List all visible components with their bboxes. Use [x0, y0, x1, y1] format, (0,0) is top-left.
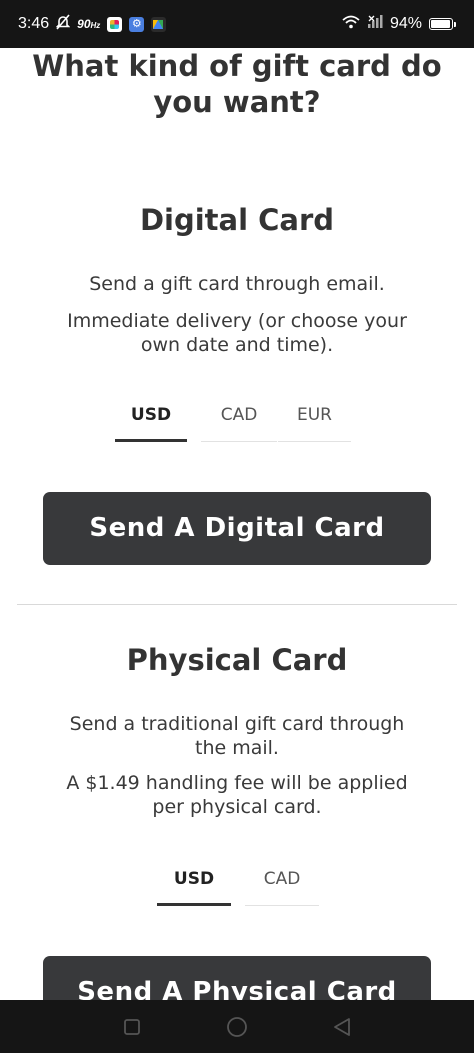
status-time: 3:46: [18, 15, 50, 32]
home-icon: [227, 1016, 247, 1037]
page-title: What kind of gift card do you want?: [0, 48, 474, 120]
recents-icon: [124, 1018, 141, 1035]
digital-tab-eur[interactable]: EUR: [278, 394, 351, 442]
physical-tab-usd[interactable]: USD: [157, 858, 231, 906]
send-digital-card-button[interactable]: Send A Digital Card: [43, 492, 431, 565]
gear-icon: ⚙: [129, 16, 145, 32]
mute-icon: [55, 13, 71, 35]
system-nav-bar: [0, 1000, 474, 1053]
battery-icon: [429, 18, 456, 30]
wifi-icon: [342, 15, 360, 34]
status-bar: 3:46 90Hz ⚙ 94%: [0, 0, 474, 48]
gift-card-page[interactable]: What kind of gift card do you want? Digi…: [0, 48, 474, 1000]
physical-card-title: Physical Card: [126, 643, 348, 677]
digital-tab-usd[interactable]: USD: [115, 394, 187, 442]
physical-card-description: Send a traditional gift card through the…: [69, 713, 405, 759]
send-physical-card-button[interactable]: Send A Physical Card: [43, 956, 431, 1000]
back-icon: [333, 1017, 350, 1036]
physical-card-fee-info: A $1.49 handling fee will be applied per…: [66, 772, 408, 818]
home-button[interactable]: [217, 1007, 257, 1047]
digital-card-title: Digital Card: [139, 203, 335, 237]
digital-tab-cad[interactable]: CAD: [201, 394, 277, 442]
battery-percent: 94%: [389, 15, 422, 32]
section-divider: [17, 604, 457, 605]
digital-card-delivery-info: Immediate delivery (or choose your own d…: [67, 310, 407, 356]
status-right: 94%: [342, 14, 456, 34]
physical-tab-cad[interactable]: CAD: [245, 858, 319, 906]
slack-icon: [107, 16, 123, 32]
page-title-line-1: What kind of gift card do: [32, 49, 442, 83]
back-button[interactable]: [322, 1007, 362, 1047]
refresh-rate: 90Hz: [77, 17, 101, 31]
status-left: 3:46 90Hz ⚙: [18, 13, 167, 35]
signal-icon: [367, 14, 383, 34]
drive-icon: [151, 16, 167, 32]
digital-card-description: Send a gift card through email.: [89, 273, 385, 295]
page-title-line-2: you want?: [153, 85, 321, 119]
recents-button[interactable]: [112, 1007, 152, 1047]
